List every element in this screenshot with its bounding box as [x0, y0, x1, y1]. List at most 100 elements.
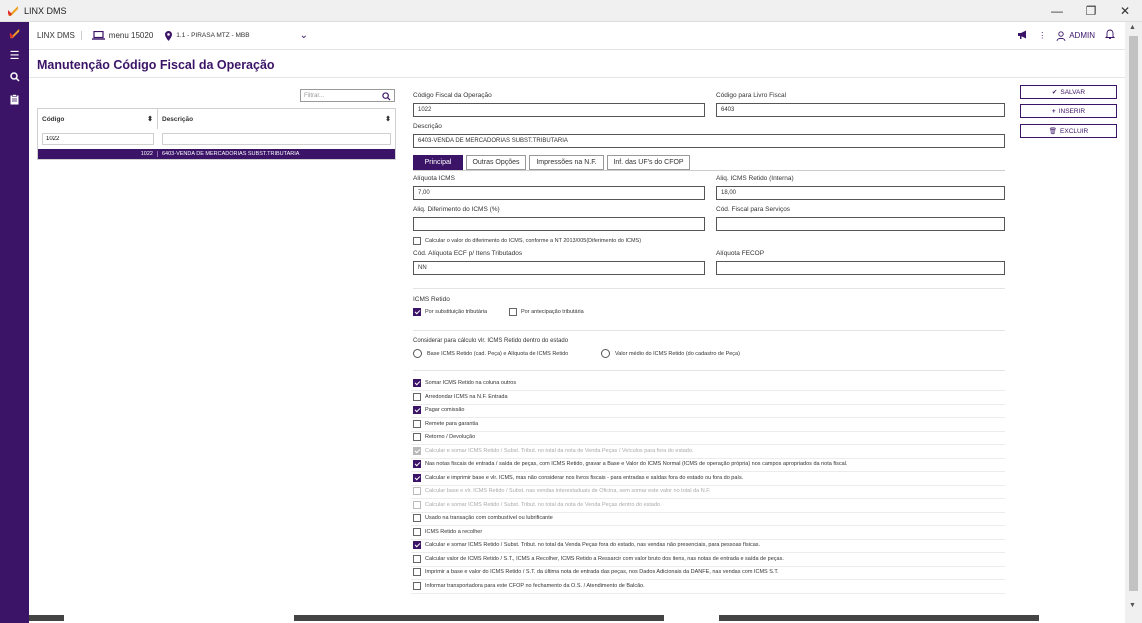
option-checkbox[interactable] — [413, 393, 421, 401]
option-checkbox[interactable] — [413, 460, 421, 468]
bell-icon[interactable] — [1104, 29, 1116, 42]
tab-impressoes-nf[interactable]: Impressões na N.F. — [529, 155, 604, 170]
option-divider — [411, 485, 1005, 486]
location-selector[interactable]: 1.1 - PIRASA MTZ - MBB — [165, 30, 250, 41]
por-antecipacao-label: Por antecipação tributária — [521, 309, 584, 315]
option-label: Calcular base e vlr. ICMS Retido / Subst… — [425, 488, 711, 494]
check-icon: ✔ — [1051, 89, 1058, 96]
cod-servicos-field[interactable] — [716, 217, 1005, 231]
option-divider — [411, 471, 1005, 472]
vertical-scrollbar[interactable]: ▲ ▼ — [1125, 22, 1142, 623]
option-label: Nas notas fiscais de entrada / saída de … — [425, 461, 848, 467]
radio-valor-medio[interactable] — [601, 349, 610, 358]
save-button[interactable]: ✔ SALVAR — [1020, 85, 1117, 99]
codigo-filter-input[interactable] — [42, 133, 154, 145]
cell-descricao: 6403-VENDA DE MERCADORIAS SUBST.TRIBUTAR… — [162, 151, 300, 157]
more-vertical-icon[interactable]: ⋮ — [1038, 31, 1046, 40]
option-label: Somar ICMS Retido na coluna outros — [425, 380, 517, 386]
aliq-diferimento-field[interactable] — [413, 217, 705, 231]
tab-inf-ufs-cfop[interactable]: Inf. das UF's do CFOP — [607, 155, 690, 170]
option-divider — [411, 579, 1005, 580]
option-checkbox[interactable] — [413, 474, 421, 482]
fecop-label: Alíquota FECOP — [716, 250, 765, 257]
cod-ecf-field[interactable]: NN — [413, 261, 705, 275]
option-checkbox[interactable] — [413, 568, 421, 576]
location-pin-icon — [165, 30, 173, 41]
por-substituicao-checkbox[interactable] — [413, 308, 421, 316]
calc-diferimento-label: Calcular o valor do diferimento do ICMS,… — [425, 238, 642, 244]
tab-principal[interactable]: Principal — [413, 155, 463, 170]
fecop-field[interactable] — [716, 261, 1005, 275]
close-button[interactable]: ✕ — [1108, 0, 1142, 22]
option-checkbox[interactable] — [413, 555, 421, 563]
aliq-retido-field[interactable]: 18,00 — [716, 186, 1005, 200]
option-checkbox[interactable] — [413, 514, 421, 522]
option-label: Calcular e somar ICMS Retido / Subst. Tr… — [425, 448, 694, 454]
option-divider — [411, 404, 1005, 405]
option-divider — [411, 552, 1005, 553]
livro-fiscal-label: Código para Livro Fiscal — [716, 92, 787, 99]
megaphone-icon[interactable] — [1017, 30, 1028, 41]
search-icon[interactable] — [382, 90, 391, 103]
search-icon[interactable] — [0, 66, 29, 88]
option-label: Retorno / Devolução — [425, 434, 476, 440]
column-header-descricao[interactable]: Descrição ⬍ — [158, 109, 395, 129]
tab-outras-opcoes[interactable]: Outras Opções — [466, 155, 526, 170]
option-label: Informar transportadora para este CFOP n… — [425, 583, 645, 589]
aliq-diferimento-label: Aliq. Diferimento do ICMS (%) — [413, 206, 500, 213]
aliq-icms-field[interactable]: 7,00 — [413, 186, 705, 200]
option-checkbox[interactable] — [413, 406, 421, 414]
minimize-button[interactable]: — — [1040, 0, 1074, 22]
sort-icon[interactable]: ⬍ — [147, 115, 153, 123]
scroll-up-icon[interactable]: ▲ — [1129, 24, 1136, 31]
option-checkbox[interactable] — [413, 541, 421, 549]
radio-base-icms[interactable] — [413, 349, 422, 358]
scroll-down-icon[interactable]: ▼ — [1129, 602, 1136, 609]
option-checkbox[interactable] — [413, 379, 421, 387]
home-logo-icon[interactable] — [0, 22, 29, 44]
filter-input[interactable]: Filtrar... — [300, 89, 395, 102]
menu-hamburger-icon[interactable]: ☰ — [0, 44, 29, 66]
chevron-down-icon[interactable]: ⌄ — [300, 30, 308, 41]
option-divider — [411, 498, 1005, 499]
section-divider — [413, 288, 1005, 289]
por-antecipacao-checkbox[interactable] — [509, 308, 517, 316]
option-checkbox[interactable] — [413, 433, 421, 441]
option-checkbox[interactable] — [413, 528, 421, 536]
radio-base-icms-label: Base ICMS Retido (cad. Peça) e Alíquota … — [427, 351, 569, 357]
user-icon — [1056, 30, 1066, 41]
table-row[interactable]: 1022 6403-VENDA DE MERCADORIAS SUBST.TRI… — [38, 149, 395, 159]
option-label: Arredondar ICMS na N.F. Entrada — [425, 394, 508, 400]
descricao-field[interactable]: 6403-VENDA DE MERCADORIAS SUBST.TRIBUTAR… — [413, 134, 1005, 148]
descricao-filter-input[interactable] — [162, 133, 391, 145]
option-divider — [411, 431, 1005, 432]
cfop-field[interactable]: 1022 — [413, 103, 705, 117]
column-header-codigo[interactable]: Código ⬍ — [38, 109, 158, 129]
option-checkbox[interactable] — [413, 582, 421, 590]
insert-button[interactable]: + INSERIR — [1020, 104, 1117, 118]
laptop-icon — [91, 31, 105, 40]
user-menu[interactable]: ADMIN — [1056, 30, 1095, 41]
location-label: 1.1 - PIRASA MTZ - MBB — [176, 32, 250, 39]
cod-servicos-label: Cód. Fiscal para Serviços — [716, 206, 791, 213]
option-checkbox[interactable] — [413, 420, 421, 428]
scrollbar-thumb[interactable] — [1129, 36, 1138, 591]
option-divider — [411, 444, 1005, 445]
clipboard-icon[interactable] — [0, 88, 29, 110]
calc-diferimento-checkbox[interactable] — [413, 237, 421, 245]
sort-icon[interactable]: ⬍ — [385, 115, 391, 123]
user-name: ADMIN — [1069, 31, 1095, 40]
brand-label: LINX DMS — [37, 31, 82, 40]
option-label: Remete para garantia — [425, 421, 479, 427]
option-divider — [411, 566, 1005, 567]
menu-selector[interactable]: menu 15020 — [91, 31, 153, 40]
linx-logo-icon — [8, 5, 18, 16]
delete-button[interactable]: 🗑 EXCLUIR — [1020, 124, 1117, 138]
taskbar-strip — [29, 614, 1125, 623]
livro-fiscal-field[interactable]: 6403 — [716, 103, 1005, 117]
maximize-button[interactable]: ❐ — [1074, 0, 1108, 22]
considerar-label: Considerar para cálculo vlr. ICMS Retido… — [413, 338, 569, 344]
option-divider — [411, 593, 1005, 594]
sidebar: ☰ — [0, 22, 29, 623]
title-divider — [29, 77, 1125, 78]
